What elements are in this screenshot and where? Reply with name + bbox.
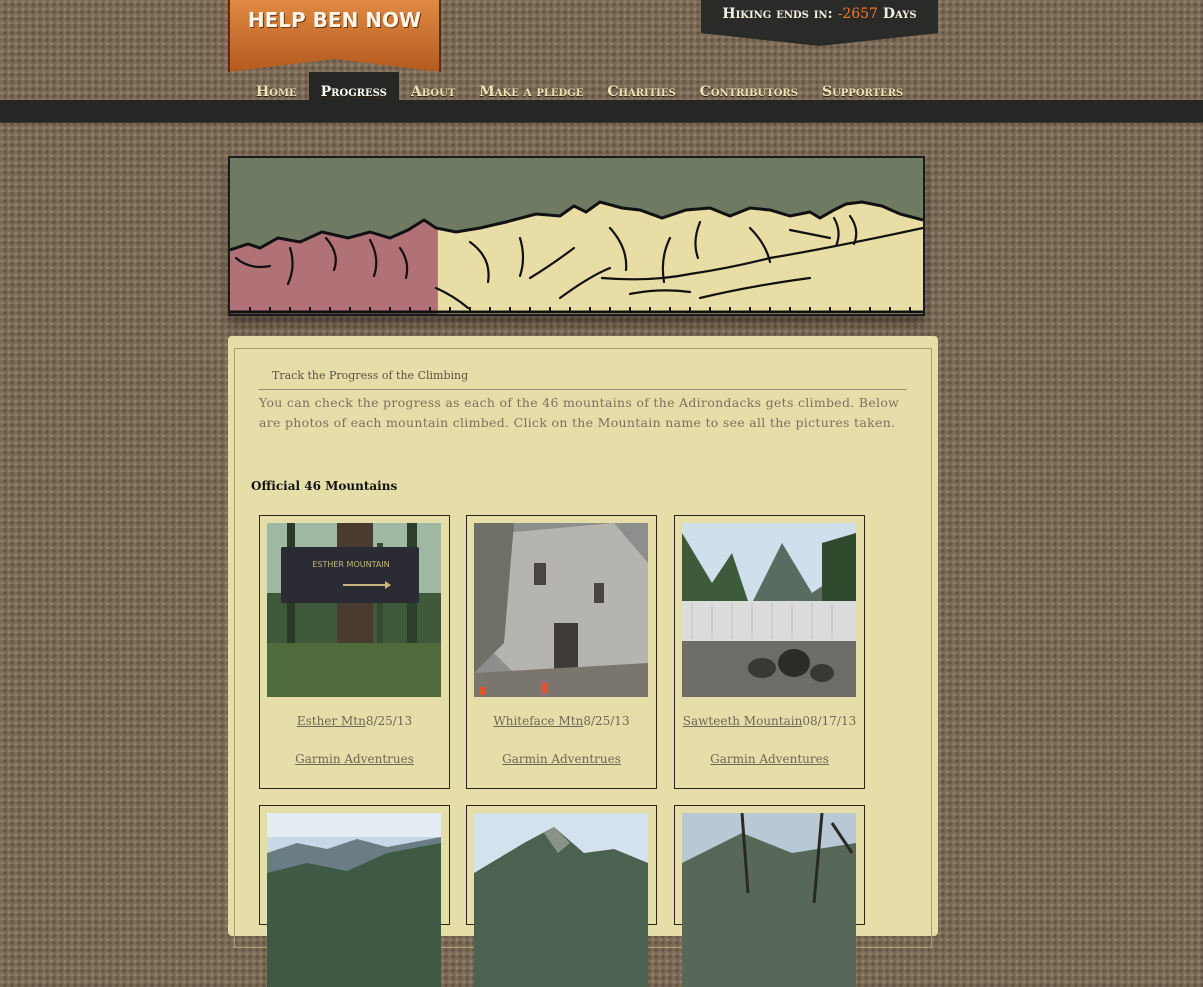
mountain-card: [674, 805, 865, 987]
mountain-card: [466, 805, 657, 987]
countdown-text: Hiking ends in: -2657 Days: [701, 6, 938, 22]
climb-date: 8/25/13: [365, 714, 413, 728]
mountain-progress-banner: [228, 156, 925, 316]
section-title: Track the Progress of the Climbing: [272, 369, 469, 382]
mountain-photo[interactable]: [474, 523, 648, 697]
mountain-caption: Sawteeth Mountain08/17/13: [675, 714, 864, 728]
mountain-card: [259, 805, 450, 987]
mountain-caption: Whiteface Mtn8/25/13: [467, 714, 656, 728]
nav-contributors[interactable]: Contributors: [688, 72, 810, 100]
logo-banner[interactable]: HELP BEN NOW: [228, 0, 441, 72]
main-nav: Home Progress About Make a pledge Charit…: [244, 72, 915, 100]
countdown-unit: Days: [882, 6, 917, 22]
mountain-photo[interactable]: [474, 813, 648, 987]
nav-supporters[interactable]: Supporters: [810, 72, 915, 100]
mountain-photo[interactable]: [682, 813, 856, 987]
mountain-name-link[interactable]: Esther Mtn: [297, 714, 366, 728]
mountain-card: ESTHER MOUNTAIN Esther Mtn8/25/13 Garmin…: [259, 515, 450, 789]
countdown-label: Hiking ends in:: [722, 6, 833, 22]
mountain-name-link[interactable]: Sawteeth Mountain: [683, 714, 803, 728]
intro-paragraph: You can check the progress as each of th…: [259, 395, 900, 430]
nav-home[interactable]: Home: [244, 72, 309, 100]
nav-make-a-pledge[interactable]: Make a pledge: [467, 72, 595, 100]
mountain-photo[interactable]: ESTHER MOUNTAIN: [267, 523, 441, 697]
logo-text: HELP BEN NOW: [247, 8, 422, 32]
svg-text:ESTHER MOUNTAIN: ESTHER MOUNTAIN: [312, 560, 389, 569]
garmin-link[interactable]: Garmin Adventures: [675, 752, 864, 766]
countdown-badge: Hiking ends in: -2657 Days: [701, 0, 938, 46]
mountain-photo[interactable]: [682, 523, 856, 697]
nav-progress[interactable]: Progress: [308, 72, 399, 100]
section-divider: [259, 389, 907, 390]
garmin-link[interactable]: Garmin Adventrues: [260, 752, 449, 766]
mountain-range-graphic: [230, 158, 923, 314]
climb-date: 8/25/13: [583, 714, 630, 728]
nav-charities[interactable]: Charities: [595, 72, 687, 100]
mountain-name-link[interactable]: Whiteface Mtn: [493, 714, 583, 728]
mountain-card: Sawteeth Mountain08/17/13 Garmin Adventu…: [674, 515, 865, 789]
nav-about[interactable]: About: [399, 72, 467, 100]
garmin-link[interactable]: Garmin Adventrues: [467, 752, 656, 766]
navbar-strip: [0, 100, 1203, 123]
mountain-list-heading: Official 46 Mountains: [251, 479, 398, 493]
mountain-card: Whiteface Mtn8/25/13 Garmin Adventrues: [466, 515, 657, 789]
mountain-photo[interactable]: [267, 813, 441, 987]
climb-date: 08/17/13: [802, 714, 857, 728]
countdown-value: -2657: [837, 6, 878, 22]
mountain-caption: Esther Mtn8/25/13: [260, 714, 449, 728]
